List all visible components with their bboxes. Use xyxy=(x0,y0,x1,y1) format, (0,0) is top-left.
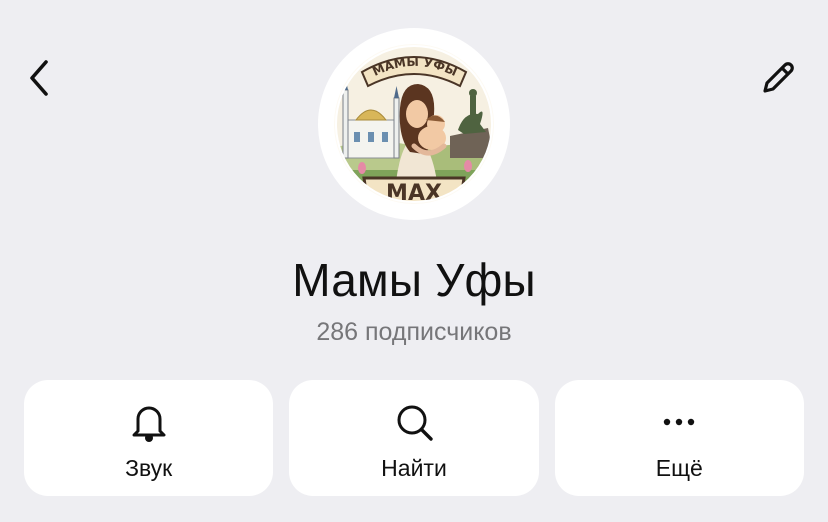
bell-icon xyxy=(125,398,173,446)
search-icon xyxy=(390,398,438,446)
search-label: Найти xyxy=(381,455,447,481)
action-bar: Звук Найти Ещё xyxy=(24,380,804,496)
more-dots-icon xyxy=(655,398,703,446)
edit-button[interactable] xyxy=(750,52,806,108)
chevron-left-icon xyxy=(24,58,56,103)
more-label: Ещё xyxy=(655,455,703,481)
sound-button[interactable]: Звук xyxy=(24,380,274,496)
channel-avatar[interactable]: MAX МАМЫ УФЫ xyxy=(318,28,510,220)
pencil-icon xyxy=(756,56,800,105)
channel-title: Мамы Уфы xyxy=(292,254,536,306)
more-button[interactable]: Ещё xyxy=(554,380,804,496)
subscriber-count: 286 подписчиков xyxy=(316,318,512,346)
sound-label: Звук xyxy=(125,455,173,481)
search-button[interactable]: Найти xyxy=(289,380,539,496)
avatar-illustration: MAX МАМЫ УФЫ xyxy=(334,44,494,204)
back-button[interactable] xyxy=(12,52,68,108)
